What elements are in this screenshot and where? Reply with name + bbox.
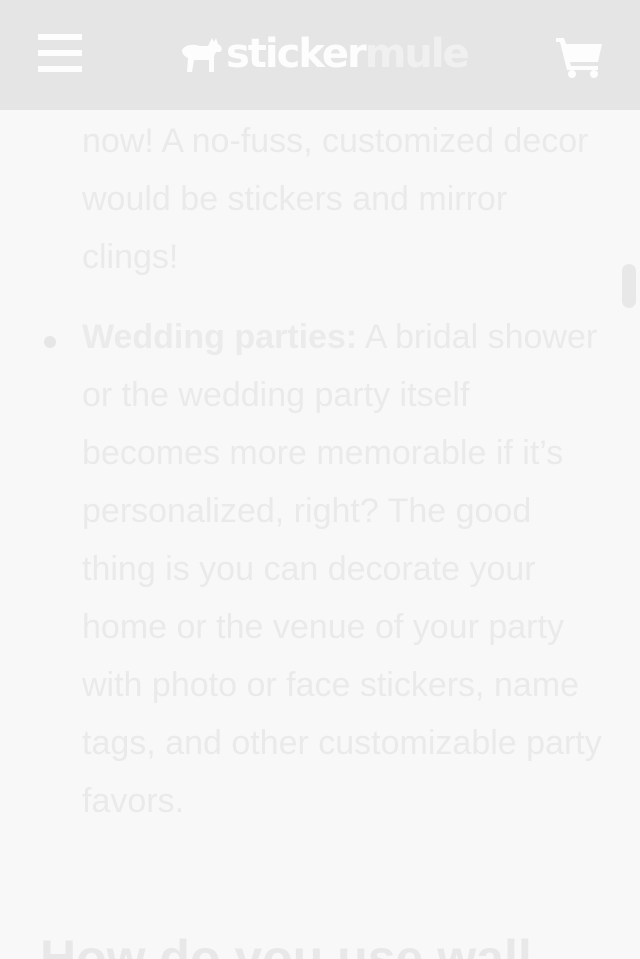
menu-icon[interactable] — [38, 34, 82, 72]
logo-text-mule: mule — [364, 31, 470, 77]
shopping-cart-icon[interactable] — [556, 36, 604, 78]
list-item-continued-text: now! A no-fuss, customized decor would b… — [82, 122, 589, 276]
mule-logo-icon — [182, 38, 222, 72]
logo-text-sticker: sticker — [226, 31, 367, 77]
list-item-wedding-parties: Wedding parties: A bridal shower or the … — [82, 308, 602, 830]
top-navigation-bar: sticker mule — [0, 0, 640, 110]
scrollbar-thumb[interactable] — [622, 264, 636, 308]
list-item-text: A bridal shower or the wedding party its… — [82, 318, 602, 820]
sticker-mule-logo[interactable]: sticker mule — [180, 28, 470, 80]
section-heading: How do you use wall — [40, 930, 532, 959]
page: sticker mule now! A no-fuss, customized d… — [0, 0, 640, 959]
bullet-point-icon — [44, 336, 56, 348]
list-item-label: Wedding parties: — [82, 318, 358, 356]
